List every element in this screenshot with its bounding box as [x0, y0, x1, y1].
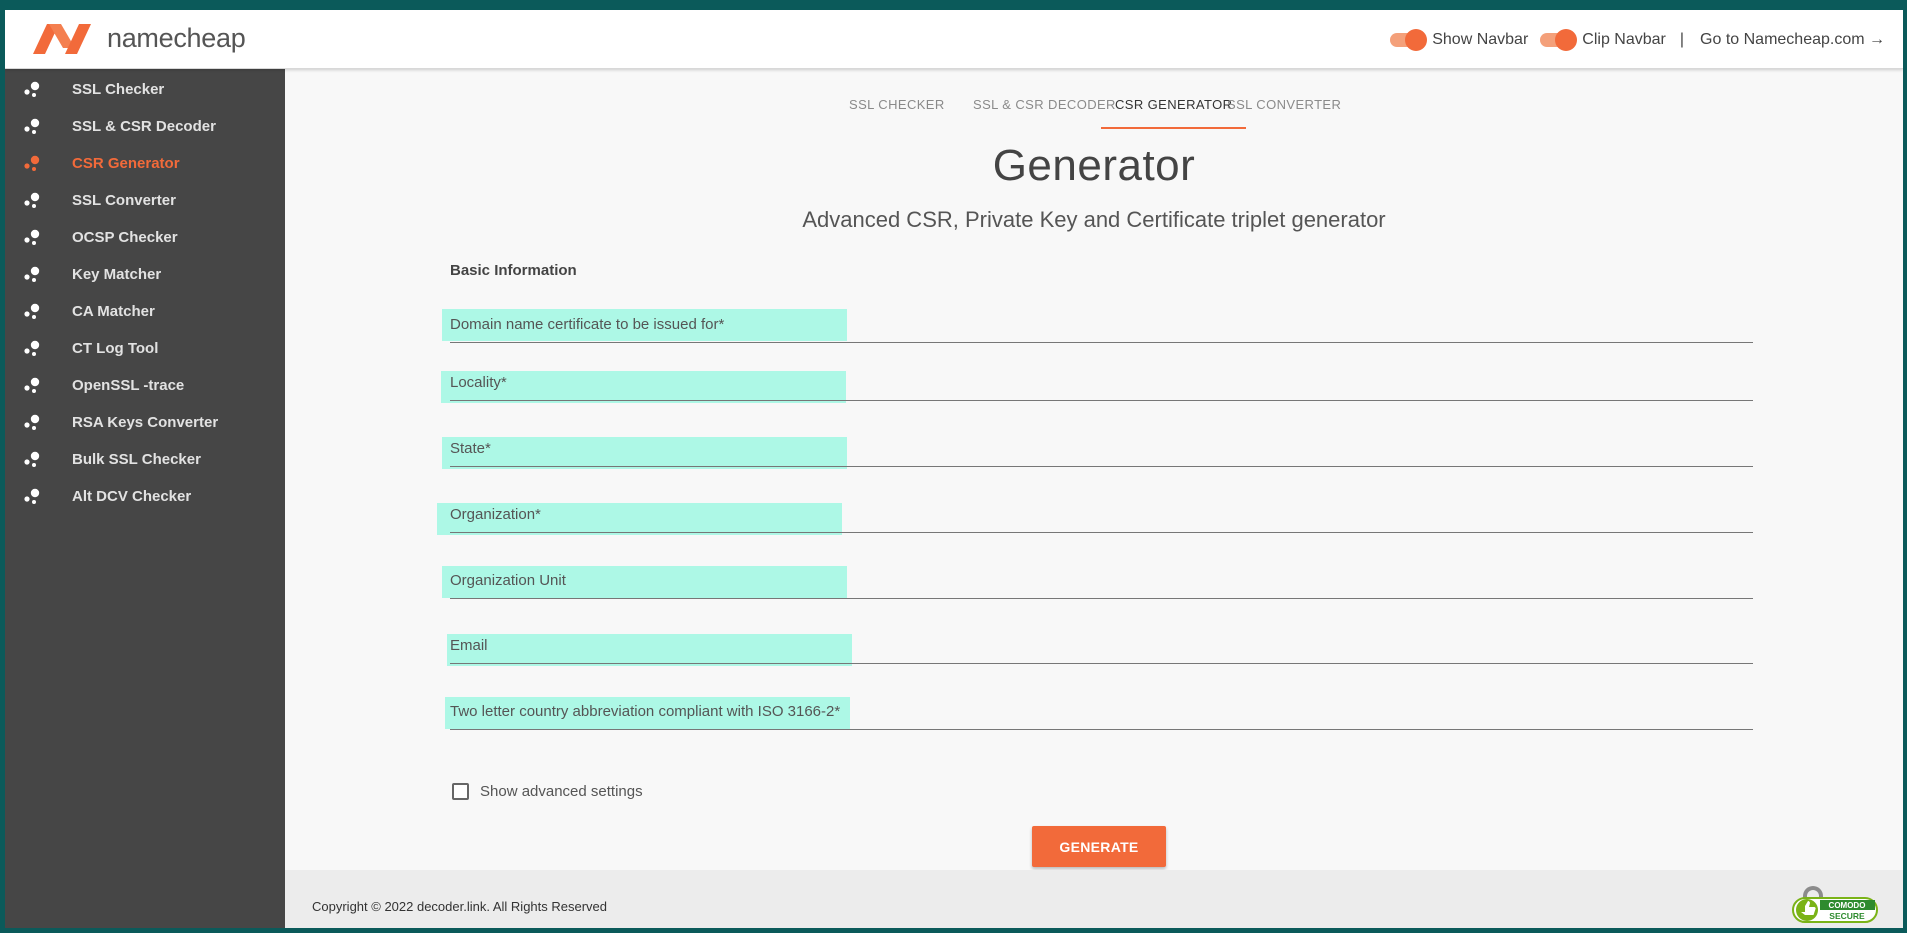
email-field[interactable]: Email [450, 630, 1753, 664]
domain-name-field[interactable]: Domain name certificate to be issued for… [450, 309, 1753, 343]
tab-ssl-converter[interactable]: SSL CONVERTER [1213, 95, 1355, 129]
tool-tabs: SSL CHECKER SSL & CSR DECODER CSR GENERA… [285, 95, 1903, 129]
tool-dots-icon [24, 81, 40, 97]
tool-dots-icon [24, 155, 40, 171]
sidebar-item-label: SSL Checker [72, 80, 165, 98]
sidebar-item-csr-generator[interactable]: CSR Generator [5, 148, 285, 178]
seal-top-text: COMODO [1829, 901, 1866, 910]
top-bar: namecheap Show Navbar Clip Navbar | Go t… [5, 10, 1903, 69]
brand-logo[interactable]: namecheap [29, 18, 246, 58]
clip-navbar-toggle[interactable]: Clip Navbar [1540, 29, 1666, 51]
brand-name: namecheap [107, 22, 246, 53]
generate-button[interactable]: GENERATE [1032, 826, 1166, 867]
sidebar-item-ct-log-tool[interactable]: CT Log Tool [5, 333, 285, 363]
country-field[interactable]: Two letter country abbreviation complian… [450, 696, 1753, 730]
toggle-switch-icon[interactable] [1540, 29, 1578, 51]
advanced-settings-checkbox[interactable] [452, 783, 469, 800]
locality-field[interactable]: Locality* [450, 367, 1753, 401]
sidebar-item-label: Alt DCV Checker [72, 487, 192, 505]
organization-field[interactable]: Organization* [450, 499, 1753, 533]
comodo-secure-seal-icon[interactable]: COMODO SECURE [1789, 878, 1881, 924]
tool-dots-icon [24, 229, 40, 245]
advanced-settings-label: Show advanced settings [480, 783, 643, 800]
sidebar-item-alt-dcv-checker[interactable]: Alt DCV Checker [5, 481, 285, 511]
sidebar-item-label: RSA Keys Converter [72, 413, 219, 431]
organization-unit-field[interactable]: Organization Unit [450, 565, 1753, 599]
footer: Copyright © 2022 decoder.link. All Right… [285, 870, 1903, 928]
sidebar-item-label: CA Matcher [72, 302, 155, 320]
sidebar-item-ssl-csr-decoder[interactable]: SSL & CSR Decoder [5, 111, 285, 141]
copyright-text: Copyright © 2022 decoder.link. All Right… [312, 899, 608, 914]
header-separator: | [1679, 31, 1685, 48]
tool-dots-icon [24, 377, 40, 393]
sidebar-item-label: CT Log Tool [72, 339, 159, 357]
sidebar-item-label: SSL Converter [72, 191, 176, 209]
sidebar-item-label: OCSP Checker [72, 228, 178, 246]
tool-dots-icon [24, 118, 40, 134]
tool-dots-icon [24, 192, 40, 208]
country-input[interactable] [450, 696, 1753, 729]
app-window: namecheap Show Navbar Clip Navbar | Go t… [5, 10, 1903, 928]
sidebar-item-label: Bulk SSL Checker [72, 450, 201, 468]
page-subtitle: Advanced CSR, Private Key and Certificat… [802, 207, 1386, 232]
tab-ssl-checker[interactable]: SSL CHECKER [835, 95, 959, 129]
sidebar-item-label: Key Matcher [72, 265, 162, 283]
tool-dots-icon [24, 303, 40, 319]
tool-dots-icon [24, 451, 40, 467]
state-input[interactable] [450, 433, 1753, 466]
email-input[interactable] [450, 630, 1753, 663]
tool-dots-icon [24, 266, 40, 282]
clip-navbar-label: Clip Navbar [1582, 31, 1666, 48]
namecheap-logo-icon [33, 24, 91, 54]
locality-input[interactable] [450, 367, 1753, 400]
sidebar-item-label: SSL & CSR Decoder [72, 117, 216, 135]
sidebar-item-ocsp-checker[interactable]: OCSP Checker [5, 222, 285, 252]
show-navbar-label: Show Navbar [1432, 31, 1529, 48]
sidebar-item-ssl-checker[interactable]: SSL Checker [5, 74, 285, 104]
state-field[interactable]: State* [450, 433, 1753, 467]
tool-dots-icon [24, 488, 40, 504]
section-heading: Basic Information [450, 262, 577, 279]
sidebar-item-label: CSR Generator [72, 154, 180, 172]
sidebar-item-rsa-keys-converter[interactable]: RSA Keys Converter [5, 407, 285, 437]
sidebar-item-bulk-ssl-checker[interactable]: Bulk SSL Checker [5, 444, 285, 474]
sidebar-item-key-matcher[interactable]: Key Matcher [5, 259, 285, 289]
page-title: Generator [992, 141, 1196, 190]
domain-name-input[interactable] [450, 309, 1753, 342]
tool-dots-icon [24, 414, 40, 430]
header-controls: Show Navbar Clip Navbar | Go to Namechea… [1390, 28, 1885, 52]
organization-unit-input[interactable] [450, 565, 1753, 598]
organization-input[interactable] [450, 499, 1753, 532]
tool-dots-icon [24, 340, 40, 356]
advanced-settings-option[interactable]: Show advanced settings [450, 783, 643, 800]
sidebar-item-ca-matcher[interactable]: CA Matcher [5, 296, 285, 326]
goto-namecheap-link[interactable]: Go to Namecheap.com → [1700, 31, 1885, 49]
show-navbar-toggle[interactable]: Show Navbar [1390, 29, 1529, 51]
toggle-switch-icon[interactable] [1390, 29, 1428, 51]
sidebar-item-label: OpenSSL -trace [72, 376, 185, 394]
sidebar-item-openssl-trace[interactable]: OpenSSL -trace [5, 370, 285, 400]
sidebar-item-ssl-converter[interactable]: SSL Converter [5, 185, 285, 215]
seal-bottom-text: SECURE [1829, 911, 1865, 921]
sidebar: SSL Checker SSL & CSR Decoder CSR Genera… [5, 69, 285, 928]
main-content: SSL CHECKER SSL & CSR DECODER CSR GENERA… [285, 69, 1903, 928]
